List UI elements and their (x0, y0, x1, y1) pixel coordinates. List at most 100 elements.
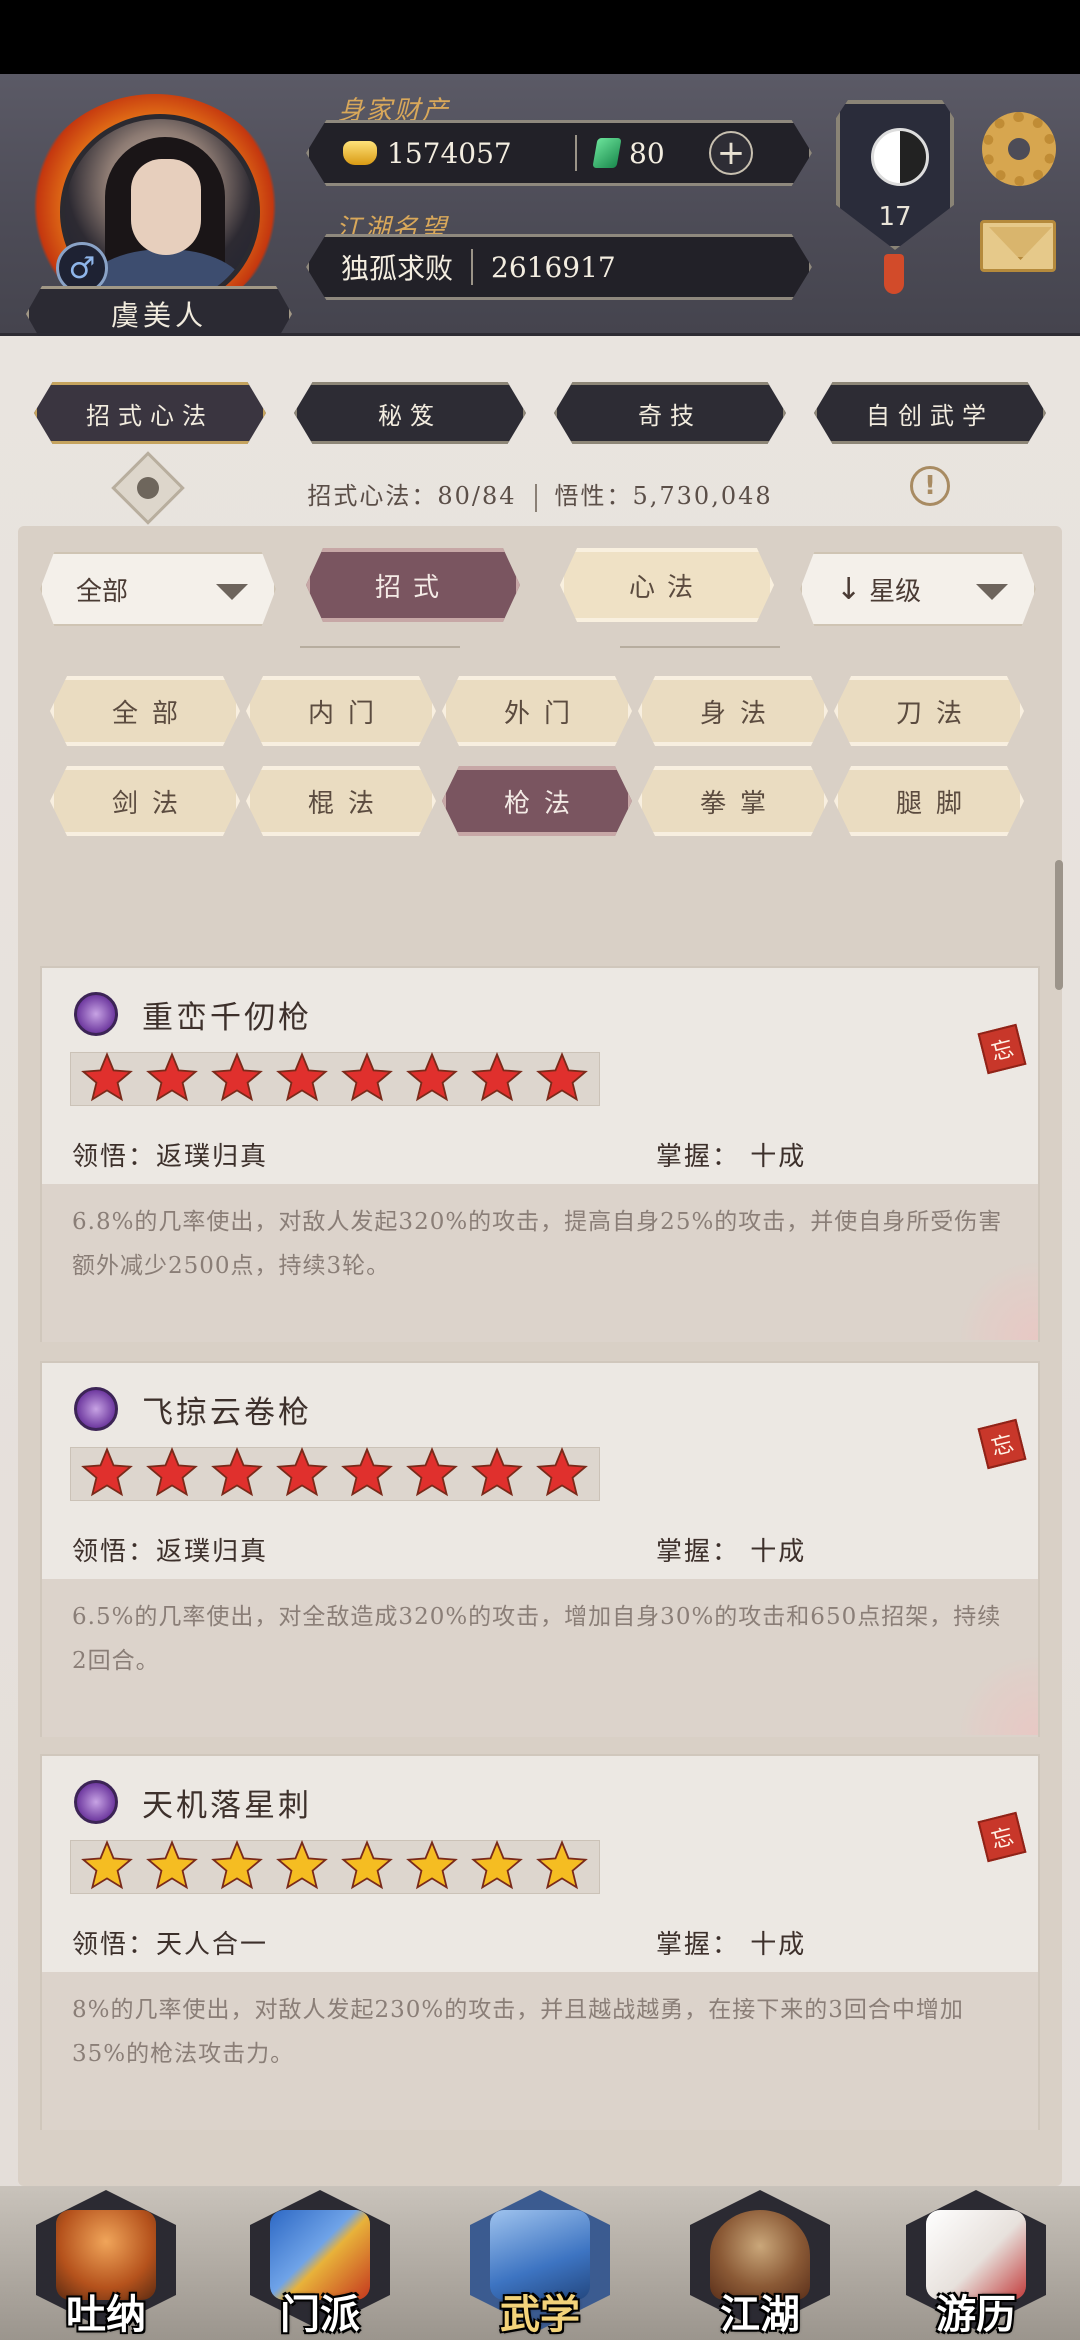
gear-icon[interactable] (982, 112, 1056, 186)
nav-jianghu[interactable]: 江湖 (680, 2180, 840, 2340)
nav-label: 武学 (500, 2291, 580, 2338)
mail-icon[interactable] (980, 220, 1056, 272)
star-icon (204, 1443, 269, 1503)
forget-skill-button[interactable]: 忘 (977, 1811, 1027, 1863)
add-currency-button[interactable]: + (709, 131, 753, 175)
star-icon (464, 1836, 529, 1896)
tassel-ornament (884, 254, 904, 294)
divider-ornament (300, 646, 460, 648)
skill-insight: 领悟：天人合一 (72, 1930, 269, 1960)
star-icon (529, 1443, 594, 1503)
jade-amount: 80 (629, 136, 665, 170)
forget-skill-button[interactable]: 忘 (977, 1418, 1027, 1470)
filter-chip-sword[interactable]: 剑法 (50, 766, 240, 836)
skill-description: 8%的几率使出，对敌人发起230%的攻击，并且越战越勇，在接下来的3回合中增加3… (72, 1997, 964, 2067)
skill-name: 天机落星刺 (142, 1788, 312, 1824)
level-number: 17 (878, 202, 912, 232)
moves-count: 招式心法：80/84 (307, 482, 517, 510)
sort-dropdown-value: 星级 (869, 576, 922, 607)
skill-name: 飞掠云卷枪 (142, 1395, 312, 1431)
star-rating (74, 1836, 594, 1896)
category-dropdown[interactable]: 全部 (40, 552, 276, 626)
star-icon (139, 1443, 204, 1503)
reputation-value: 2616917 (491, 250, 616, 284)
star-icon (529, 1836, 594, 1896)
star-icon (139, 1836, 204, 1896)
tab-secret-books[interactable]: 秘笈 (294, 382, 526, 444)
gold-ingot-icon (343, 141, 377, 165)
filter-chip-movement[interactable]: 身法 (638, 676, 828, 746)
gold-amount: 1574057 (387, 136, 512, 170)
star-icon (334, 1443, 399, 1503)
reputation-bar: 独孤求败 2616917 (306, 234, 812, 300)
jade-icon (592, 138, 622, 168)
filter-chip-spear[interactable]: 枪法 (442, 766, 632, 836)
star-rating (74, 1443, 594, 1503)
category-dropdown-value: 全部 (76, 576, 129, 607)
star-icon (529, 1048, 594, 1108)
star-icon (74, 1048, 139, 1108)
nav-label: 游历 (936, 2291, 1016, 2338)
segment-moves[interactable]: 招式 (306, 548, 520, 622)
star-icon (334, 1048, 399, 1108)
scrollbar[interactable] (1055, 860, 1063, 990)
filter-chip-fist[interactable]: 拳掌 (638, 766, 828, 836)
filter-chip-all[interactable]: 全部 (50, 676, 240, 746)
sort-arrow-icon: ↓ (836, 571, 862, 607)
filter-chip-staff[interactable]: 棍法 (246, 766, 436, 836)
star-icon (204, 1836, 269, 1896)
filter-chip-leg[interactable]: 腿脚 (834, 766, 1024, 836)
star-icon (269, 1048, 334, 1108)
skill-mastery: 掌握： 十成 (656, 1930, 807, 1960)
tab-custom-martial-arts[interactable]: 自创武学 (814, 382, 1046, 444)
skill-description: 6.8%的几率使出，对敌人发起320%的攻击，提高自身25%的攻击，并使自身所受… (72, 1209, 1003, 1279)
tab-special-skills[interactable]: 奇技 (554, 382, 786, 444)
skill-card[interactable]: 重峦千仞枪 领悟：返璞归真 掌握： 十成 6.8%的几率使出，对敌人发起320%… (40, 966, 1040, 1342)
star-icon (399, 1836, 464, 1896)
nav-sect[interactable]: 门派 (240, 2180, 400, 2340)
filter-chip-outer[interactable]: 外门 (442, 676, 632, 746)
star-icon (204, 1048, 269, 1108)
chevron-down-icon (976, 584, 1008, 600)
skill-mastery: 掌握： 十成 (656, 1142, 807, 1172)
star-rating (74, 1048, 594, 1108)
nav-travel[interactable]: 游历 (896, 2180, 1056, 2340)
nav-label: 吐纳 (66, 2291, 146, 2338)
status-bar (0, 0, 1080, 74)
nav-breathing[interactable]: 吐纳 (26, 2180, 186, 2340)
star-icon (399, 1443, 464, 1503)
tab-moves-methods[interactable]: 招式心法 (34, 382, 266, 444)
forget-skill-button[interactable]: 忘 (977, 1023, 1027, 1075)
insight-value: 悟性：5,730,048 (554, 482, 773, 510)
chevron-down-icon (216, 584, 248, 600)
filter-chip-blade[interactable]: 刀法 (834, 676, 1024, 746)
star-icon (74, 1443, 139, 1503)
skill-name: 重峦千仞枪 (142, 1000, 312, 1036)
spear-skill-icon (74, 1387, 118, 1431)
sort-dropdown[interactable]: ↓ 星级 (800, 552, 1036, 626)
skill-card[interactable]: 天机落星刺 领悟：天人合一 掌握： 十成 8%的几率使出，对敌人发起230%的攻… (40, 1754, 1040, 2130)
star-icon (334, 1836, 399, 1896)
skill-insight: 领悟：返璞归真 (72, 1537, 269, 1567)
player-name: 虞美人 (26, 286, 292, 342)
star-icon (139, 1048, 204, 1108)
skill-description: 6.5%的几率使出，对全敌造成320%的攻击，增加自身30%的攻击和650点招架… (72, 1604, 1002, 1674)
skill-mastery: 掌握： 十成 (656, 1537, 807, 1567)
currency-bar: 1574057 80 + (306, 120, 812, 186)
skill-insight: 领悟：返璞归真 (72, 1142, 269, 1172)
info-warning-icon[interactable]: ! (910, 466, 950, 506)
star-icon (399, 1048, 464, 1108)
spear-skill-icon (74, 992, 118, 1036)
reputation-title: 独孤求败 (341, 252, 454, 285)
star-icon (464, 1048, 529, 1108)
star-icon (269, 1836, 334, 1896)
filter-chip-inner[interactable]: 内门 (246, 676, 436, 746)
nav-label: 门派 (280, 2291, 360, 2338)
skill-card[interactable]: 飞掠云卷枪 领悟：返璞归真 掌握： 十成 6.5%的几率使出，对全敌造成320%… (40, 1361, 1040, 1737)
star-icon (74, 1836, 139, 1896)
yin-yang-icon (871, 128, 929, 186)
star-icon (269, 1443, 334, 1503)
segment-methods[interactable]: 心法 (560, 548, 774, 622)
nav-label: 江湖 (720, 2291, 800, 2338)
nav-martial-arts[interactable]: 武学 (460, 2180, 620, 2340)
